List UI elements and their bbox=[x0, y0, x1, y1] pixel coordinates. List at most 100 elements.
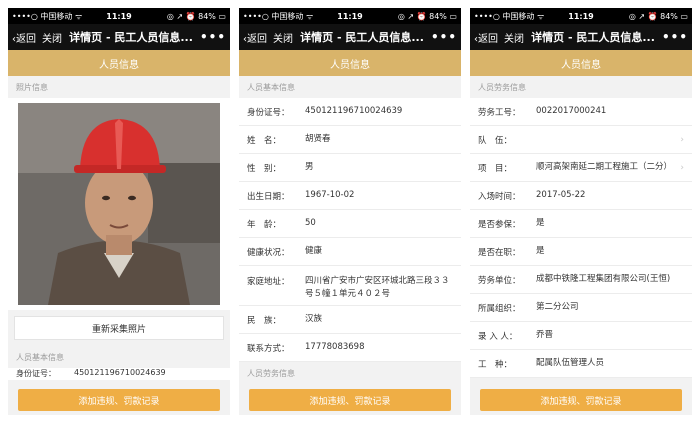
row-value: 1967-10-02 bbox=[305, 190, 355, 200]
row-value: 450121196710024639 bbox=[305, 106, 403, 116]
field-row-insured: 是否参保： 是 bbox=[470, 210, 692, 238]
basic-section-header: 人员基本信息 bbox=[239, 76, 461, 98]
wifi-icon: ᯤ bbox=[305, 11, 314, 21]
row-value: 乔晋 bbox=[536, 330, 554, 340]
wifi-icon: ᯤ bbox=[536, 11, 545, 21]
row-value: 男 bbox=[305, 162, 314, 172]
field-row-organization: 所属组织： 第二分公司 bbox=[470, 294, 692, 322]
page-title: 详情页 - 民工人员信息... bbox=[69, 31, 193, 44]
add-violation-button[interactable]: 添加违规、罚款记录 bbox=[480, 389, 682, 411]
row-label: 是否参保： bbox=[478, 219, 521, 230]
row-label: 项 目： bbox=[478, 163, 513, 174]
field-row-entry-date: 入场时间： 2017-05-22 bbox=[470, 182, 692, 210]
status-bar: ••••○ 中国移动 ᯤ 11:19 ◎ ↗ ⏰ 84% ▭ bbox=[239, 8, 461, 24]
carrier-label: ••••○ 中国移动 ᯤ bbox=[12, 11, 83, 21]
row-label: 健康状况： bbox=[247, 247, 290, 258]
field-row-job-type: 工 种： 配属队伍管理人员 bbox=[470, 350, 692, 378]
info-banner: 人员信息 bbox=[239, 50, 461, 76]
close-button[interactable]: 关闭 bbox=[42, 30, 62, 45]
close-button[interactable]: 关闭 bbox=[504, 30, 524, 45]
battery-status: ◎ ↗ ⏰ 84% ▭ bbox=[397, 11, 457, 21]
row-label: 身份证号： bbox=[16, 369, 56, 378]
row-value: 胡贤春 bbox=[305, 134, 331, 144]
partial-id-row: 身份证号： 450121196710024639 bbox=[8, 368, 230, 380]
nav-bar: ‹返回 关闭 详情页 - 民工人员信息... ••• bbox=[470, 24, 692, 50]
more-icon[interactable]: ••• bbox=[431, 30, 457, 44]
field-row-gender: 性 别： 男 bbox=[239, 154, 461, 182]
field-row-health: 健康状况： 健康 bbox=[239, 238, 461, 266]
row-label: 入场时间： bbox=[478, 191, 521, 202]
footer-bar: 添加违规、罚款记录 bbox=[470, 385, 692, 415]
recapture-photo-button[interactable]: 重新采集照片 bbox=[14, 316, 224, 340]
add-violation-button[interactable]: 添加违规、罚款记录 bbox=[249, 389, 451, 411]
row-value: 是 bbox=[536, 218, 545, 228]
field-row-ethnicity: 民 族： 汉族 bbox=[239, 306, 461, 334]
field-row-phone: 联系方式： 17778083698 bbox=[239, 334, 461, 362]
footer-bar: 添加违规、罚款记录 bbox=[239, 385, 461, 415]
row-value: 配属队伍管理人员 bbox=[536, 358, 605, 368]
field-row-id: 身份证号： 450121196710024639 bbox=[239, 98, 461, 126]
row-value: 2017-05-22 bbox=[536, 190, 586, 200]
add-violation-button[interactable]: 添加违规、罚款记录 bbox=[18, 389, 220, 411]
row-value: 0022017000241 bbox=[536, 106, 607, 116]
row-label: 家庭地址： bbox=[247, 277, 290, 287]
row-value: 是 bbox=[536, 246, 545, 256]
status-time: 11:19 bbox=[337, 11, 363, 21]
carrier-label: ••••○ 中国移动 ᯤ bbox=[474, 11, 545, 21]
row-label: 联系方式： bbox=[247, 343, 290, 354]
nav-bar: ‹返回 关闭 详情页 - 民工人员信息... ••• bbox=[239, 24, 461, 50]
field-row-labor-id: 劳务工号： 0022017000241 bbox=[470, 98, 692, 126]
row-label: 队 伍： bbox=[478, 135, 513, 146]
wifi-icon: ᯤ bbox=[74, 11, 83, 21]
back-button[interactable]: ‹返回 bbox=[12, 30, 36, 45]
status-bar: ••••○ 中国移动 ᯤ 11:19 ◎ ↗ ⏰ 84% ▭ bbox=[8, 8, 230, 24]
row-value: 成都中铁隆工程集团有限公司(王恒) bbox=[536, 274, 671, 284]
photo-section-header: 照片信息 bbox=[8, 76, 230, 98]
battery-status: ◎ ↗ ⏰ 84% ▭ bbox=[628, 11, 688, 21]
row-label: 劳务单位： bbox=[478, 275, 521, 286]
status-time: 11:19 bbox=[106, 11, 132, 21]
info-banner: 人员信息 bbox=[8, 50, 230, 76]
row-value: 四川省广安市广安区环城北路三段３３号５幢１单元４０２号 bbox=[305, 276, 450, 299]
row-value: 汉族 bbox=[305, 314, 323, 324]
chevron-right-icon: › bbox=[680, 162, 684, 173]
field-row-birthdate: 出生日期： 1967-10-02 bbox=[239, 182, 461, 210]
footer-bar: 添加违规、罚款记录 bbox=[8, 385, 230, 415]
status-time: 11:19 bbox=[568, 11, 594, 21]
page-title: 详情页 - 民工人员信息... bbox=[300, 31, 424, 44]
row-label: 出生日期： bbox=[247, 191, 290, 202]
row-value: 50 bbox=[305, 218, 316, 228]
more-icon[interactable]: ••• bbox=[200, 30, 226, 44]
row-label: 性 别： bbox=[247, 163, 282, 174]
back-button[interactable]: ‹返回 bbox=[243, 30, 267, 45]
phone-screen-photo: ••••○ 中国移动 ᯤ 11:19 ◎ ↗ ⏰ 84% ▭ ‹返回 关闭 详情… bbox=[8, 8, 230, 415]
row-label: 姓 名： bbox=[247, 135, 282, 146]
row-label: 录 入 人： bbox=[478, 331, 518, 342]
labor-section-header: 人员劳务信息 bbox=[470, 76, 692, 98]
status-bar: ••••○ 中国移动 ᯤ 11:19 ◎ ↗ ⏰ 84% ▭ bbox=[470, 8, 692, 24]
close-button[interactable]: 关闭 bbox=[273, 30, 293, 45]
row-value: 450121196710024639 bbox=[74, 368, 166, 377]
chevron-right-icon: › bbox=[680, 134, 684, 145]
field-row-team[interactable]: 队 伍： › bbox=[470, 126, 692, 154]
more-icon[interactable]: ••• bbox=[662, 30, 688, 44]
row-label: 所属组织： bbox=[478, 303, 521, 314]
back-button[interactable]: ‹返回 bbox=[474, 30, 498, 45]
nav-bar: ‹返回 关闭 详情页 - 民工人员信息... ••• bbox=[8, 24, 230, 50]
worker-photo bbox=[18, 103, 220, 305]
field-row-project[interactable]: 项 目： 顺河高架南延二期工程施工（二分） › bbox=[470, 154, 692, 182]
row-label: 身份证号： bbox=[247, 107, 290, 118]
field-row-name: 姓 名： 胡贤春 bbox=[239, 126, 461, 154]
row-label: 年 龄： bbox=[247, 219, 282, 230]
carrier-label: ••••○ 中国移动 ᯤ bbox=[243, 11, 314, 21]
phone-screen-labor-info: ••••○ 中国移动 ᯤ 11:19 ◎ ↗ ⏰ 84% ▭ ‹返回 关闭 详情… bbox=[470, 8, 692, 415]
row-value: 17778083698 bbox=[305, 342, 365, 352]
row-label: 劳务工号： bbox=[478, 107, 521, 118]
row-label: 是否在职： bbox=[478, 247, 521, 258]
row-label: 民 族： bbox=[247, 315, 282, 326]
info-banner: 人员信息 bbox=[470, 50, 692, 76]
row-value: 顺河高架南延二期工程施工（二分） bbox=[536, 162, 673, 172]
row-value: 健康 bbox=[305, 246, 323, 256]
field-row-labor-unit: 劳务单位： 成都中铁隆工程集团有限公司(王恒) bbox=[470, 266, 692, 294]
row-value: 第二分公司 bbox=[536, 302, 579, 312]
